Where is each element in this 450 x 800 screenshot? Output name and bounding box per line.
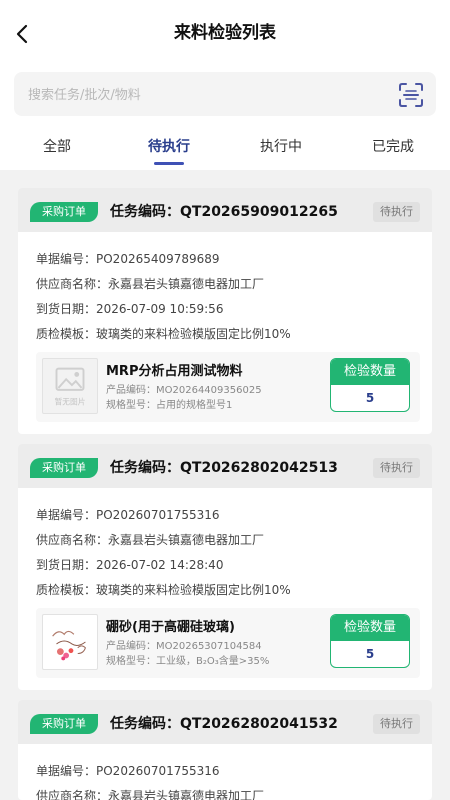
page-title: 来料检验列表 <box>174 23 276 43</box>
task-card[interactable]: 采购订单 任务编码：QT20262802042513 待执行 单据编号：PO20… <box>18 444 432 690</box>
inspection-qty-box[interactable]: 检验数量 5 <box>330 358 410 412</box>
qty-value: 5 <box>365 391 375 405</box>
supplier-name: 供应商名称：永嘉县岩头镇嘉德电器加工厂 <box>36 789 265 800</box>
material-thumbnail: 暂无图片 <box>42 358 98 414</box>
order-type-badge: 采购订单 <box>30 202 98 222</box>
inspection-qty-box[interactable]: 检验数量 5 <box>330 614 410 668</box>
status-badge: 待执行 <box>373 202 420 222</box>
inspection-template: 质检模板：玻璃类的来料检验模版固定比例10% <box>36 327 291 341</box>
scan-icon[interactable] <box>398 82 424 108</box>
thumb-caption: 暂无图片 <box>55 396 86 406</box>
arrival-date: 到货日期：2026-07-09 10:59:56 <box>36 302 224 316</box>
qty-value: 5 <box>365 647 375 661</box>
task-code: 任务编码：QT20262802042513 <box>110 460 338 476</box>
document-number: 单据编号：PO20265409789689 <box>36 252 220 266</box>
supplier-name: 供应商名称：永嘉县岩头镇嘉德电器加工厂 <box>36 533 265 547</box>
status-badge: 待执行 <box>373 714 420 734</box>
header: 来料检验列表 搜索任务/批次/物料 全部 待执行 执行中 已完成 <box>0 0 450 170</box>
task-code: 任务编码：QT20262802041532 <box>110 716 338 732</box>
product-image <box>52 630 86 661</box>
search-placeholder: 搜索任务/批次/物料 <box>28 88 141 103</box>
order-type-badge: 采购订单 <box>30 458 98 478</box>
search-input[interactable]: 搜索任务/批次/物料 <box>14 72 436 116</box>
material-thumbnail <box>42 614 98 670</box>
qty-label: 检验数量 <box>331 359 409 385</box>
card-header: 采购订单 任务编码：QT20265909012265 待执行 <box>18 188 432 232</box>
document-number: 单据编号：PO20260701755316 <box>36 508 220 522</box>
document-number: 单据编号：PO20260701755316 <box>36 764 220 778</box>
tab-all[interactable]: 全部 <box>17 136 97 156</box>
task-card[interactable]: 采购订单 任务编码：QT20265909012265 待执行 单据编号：PO20… <box>18 188 432 434</box>
tab-bar: 全部 待执行 执行中 已完成 <box>0 126 450 168</box>
status-badge: 待执行 <box>373 458 420 478</box>
card-header: 采购订单 任务编码：QT20262802042513 待执行 <box>18 444 432 488</box>
image-placeholder-icon: 暂无图片 <box>55 367 86 406</box>
material-code: 产品编码：MO20264409356025 <box>106 385 262 396</box>
order-type-badge: 采购订单 <box>30 714 98 734</box>
inspection-template: 质检模板：玻璃类的来料检验模版固定比例10% <box>36 583 291 597</box>
material-name: MRP分析占用测试物料 <box>106 364 243 379</box>
tab-in-progress[interactable]: 执行中 <box>241 136 321 156</box>
supplier-name: 供应商名称：永嘉县岩头镇嘉德电器加工厂 <box>36 277 265 291</box>
material-item[interactable]: 暂无图片 MRP分析占用测试物料 产品编码：MO20264409356025 规… <box>36 352 420 422</box>
qty-label: 检验数量 <box>331 615 409 641</box>
material-name: 硼砂(用于高硼硅玻璃) <box>106 620 235 635</box>
active-tab-underline <box>154 162 184 165</box>
material-spec: 规格型号：工业级，B₂O₃含量>35% <box>106 656 270 667</box>
task-card[interactable]: 采购订单 任务编码：QT20262802041532 待执行 单据编号：PO20… <box>18 700 432 800</box>
tab-pending[interactable]: 待执行 <box>129 136 209 156</box>
tab-completed[interactable]: 已完成 <box>353 136 433 156</box>
material-spec: 规格型号：占用的规格型号1 <box>106 400 233 411</box>
material-code: 产品编码：MO20265307104584 <box>106 641 262 652</box>
task-code: 任务编码：QT20265909012265 <box>110 204 338 220</box>
material-item[interactable]: 硼砂(用于高硼硅玻璃) 产品编码：MO20265307104584 规格型号：工… <box>36 608 420 678</box>
arrival-date: 到货日期：2026-07-02 14:28:40 <box>36 558 224 572</box>
card-header: 采购订单 任务编码：QT20262802041532 待执行 <box>18 700 432 744</box>
